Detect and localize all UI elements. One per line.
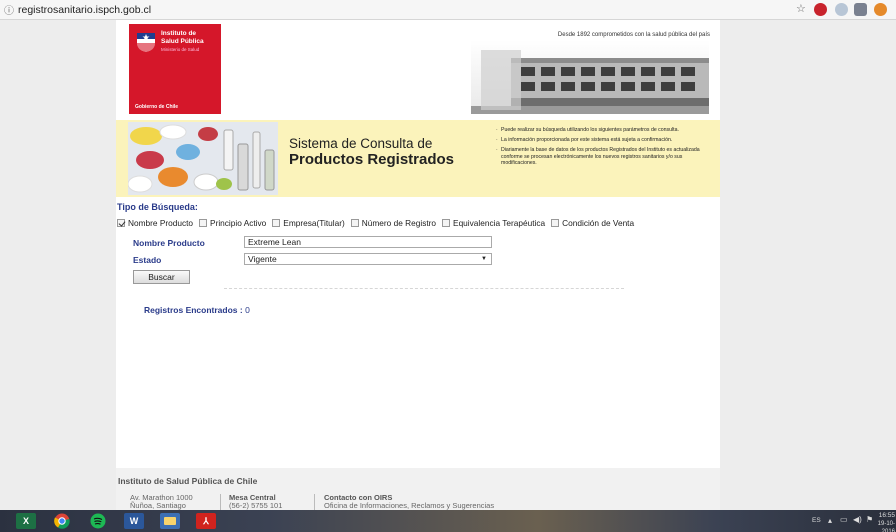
site-header: Instituto de Salud Pública Ministerio de…: [116, 20, 720, 118]
word-icon[interactable]: W: [124, 513, 144, 529]
dropdown-arrow-icon: ▼: [481, 256, 487, 262]
chrome-icon[interactable]: [52, 513, 72, 529]
option-label[interactable]: Principio Activo: [210, 218, 266, 228]
info-icon[interactable]: ⓘ: [4, 2, 14, 17]
checkbox-condicion-venta[interactable]: [551, 219, 560, 227]
records-found: Registros Encontrados : 0: [144, 305, 250, 315]
central-phone[interactable]: (56-2) 5755 101: [229, 502, 282, 510]
contact-desc[interactable]: Oficina de Informaciones, Reclamos y Sug…: [324, 502, 494, 510]
status-label: Estado: [133, 255, 162, 265]
option-label[interactable]: Empresa(Titular): [283, 218, 344, 228]
records-found-count: 0: [245, 305, 250, 315]
government-label: Gobierno de Chile: [135, 104, 179, 110]
search-button[interactable]: Buscar: [133, 270, 190, 284]
clock[interactable]: 16:55 19-10-2016: [873, 512, 895, 532]
checkbox-principio-activo[interactable]: [199, 219, 208, 227]
checkbox-nombre-producto[interactable]: [117, 219, 125, 227]
site-footer: Instituto de Salud Pública de Chile Av. …: [116, 468, 720, 510]
institute-name-line1: Instituto de: [161, 30, 197, 37]
divider: [224, 288, 624, 289]
banner-note: La información proporcionada por este si…: [496, 137, 716, 143]
address-line2: Ñuñoa, Santiago: [130, 501, 186, 510]
network-icon[interactable]: ▭: [840, 515, 848, 524]
checkbox-numero-registro[interactable]: [350, 219, 359, 227]
search-type-options: Nombre Producto Principio Activo Empresa…: [117, 218, 634, 228]
banner-note: Puede realizar su búsqueda utilizando lo…: [496, 127, 716, 133]
header-tagline: Desde 1892 comprometidos con la salud pú…: [557, 32, 710, 38]
footer-separator: [220, 494, 221, 510]
info-banner: Sistema de Consulta de Productos Registr…: [116, 120, 720, 197]
status-selected-value: Vigente: [248, 254, 277, 264]
footer-central: Mesa Central (56-2) 5755 101: [229, 494, 282, 510]
checkbox-empresa-titular[interactable]: [272, 219, 281, 227]
excel-icon[interactable]: X: [16, 513, 36, 529]
footer-title: Instituto de Salud Pública de Chile: [118, 476, 258, 486]
checkbox-equivalencia-terapeutica[interactable]: [442, 219, 451, 227]
extension-icon[interactable]: [854, 3, 867, 16]
institute-name-line2: Salud Pública: [161, 38, 204, 45]
banner-title-line1: Sistema de Consulta de: [289, 136, 433, 151]
records-found-label: Registros Encontrados :: [144, 305, 243, 315]
url-text[interactable]: registrosanitario.ispch.gob.cl: [18, 4, 151, 16]
option-label[interactable]: Nombre Producto: [128, 218, 193, 228]
option-label[interactable]: Equivalencia Terapéutica: [453, 218, 545, 228]
option-label[interactable]: Condición de Venta: [562, 218, 634, 228]
banner-notes: Puede realizar su búsqueda utilizando lo…: [496, 127, 716, 170]
search-type-label: Tipo de Búsqueda:: [117, 202, 198, 212]
tray-chevron-icon[interactable]: ▴: [828, 516, 832, 525]
status-select[interactable]: Vigente ▼: [244, 253, 492, 265]
banner-note: Diariamente la base de datos de los prod…: [496, 147, 716, 166]
spotify-icon[interactable]: [88, 513, 108, 529]
footer-separator: [314, 494, 315, 510]
pinterest-extension-icon[interactable]: [814, 3, 827, 16]
product-name-label: Nombre Producto: [133, 238, 205, 248]
footer-contact: Contacto con OIRS Oficina de Informacion…: [324, 494, 494, 510]
clock-time: 16:55: [878, 512, 895, 519]
pills-image: [128, 122, 278, 195]
star-icon[interactable]: ☆: [796, 2, 806, 15]
institute-logo[interactable]: Instituto de Salud Pública Ministerio de…: [129, 24, 221, 114]
extension-icon[interactable]: [835, 3, 848, 16]
page-viewport: Instituto de Salud Pública Ministerio de…: [0, 20, 896, 510]
banner-title-line2: Productos Registrados: [289, 151, 455, 168]
coat-of-arms-icon: [137, 33, 155, 52]
footer-address: Av. Marathon 1000 Ñuñoa, Santiago: [130, 494, 193, 510]
windows-taskbar: X W ⅄ ES ▴ ▭ ◀) ⚑ 16:55 19-10-2016: [0, 510, 896, 532]
extension-icon[interactable]: [874, 3, 887, 16]
language-indicator[interactable]: ES: [812, 517, 821, 524]
option-label[interactable]: Número de Registro: [362, 218, 436, 228]
ministry-label: Ministerio de Salud: [161, 47, 200, 52]
file-explorer-icon[interactable]: [160, 513, 180, 529]
address-bar[interactable]: ⓘ registrosanitario.ispch.gob.cl ☆: [0, 0, 896, 20]
building-photo: [471, 40, 709, 114]
volume-icon[interactable]: ◀): [853, 515, 862, 524]
product-name-input[interactable]: Extreme Lean: [244, 236, 492, 248]
clock-date: 19-10-2016: [877, 521, 895, 532]
page-content: Instituto de Salud Pública Ministerio de…: [116, 20, 720, 510]
acrobat-icon[interactable]: ⅄: [196, 513, 216, 529]
